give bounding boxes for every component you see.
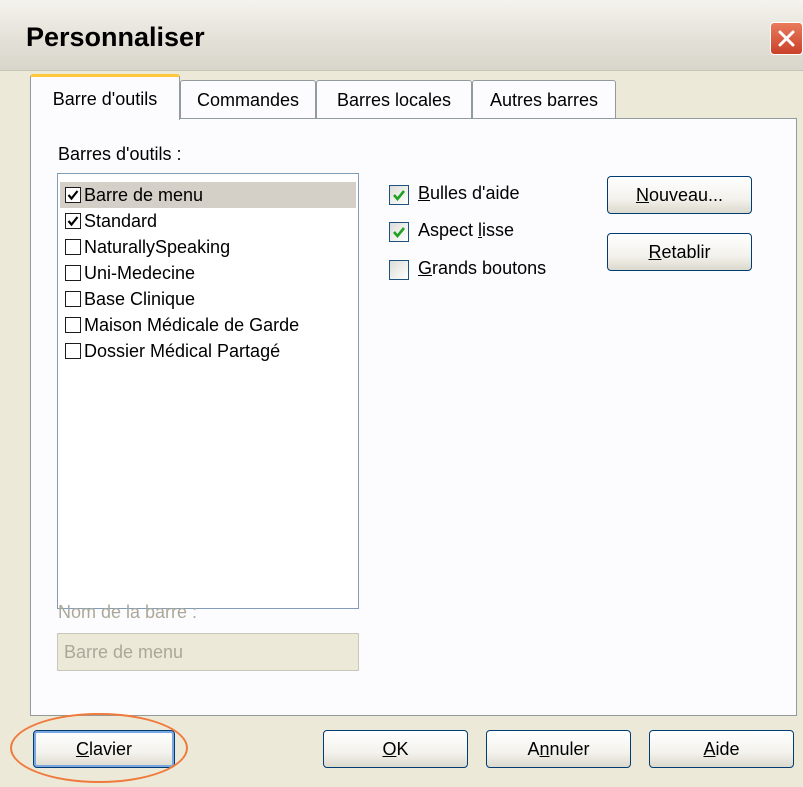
aspect-lisse-checkbox[interactable] bbox=[389, 222, 409, 242]
list-item[interactable]: NaturallySpeaking bbox=[60, 234, 356, 260]
list-item-label: Maison Médicale de Garde bbox=[84, 315, 300, 335]
checkbox[interactable] bbox=[65, 239, 81, 255]
retablir-button[interactable]: Retablir bbox=[607, 233, 752, 271]
list-item[interactable]: Standard bbox=[60, 208, 356, 234]
toolbars-label: Barres d'outils : bbox=[58, 144, 182, 164]
tab-label: Commandes bbox=[196, 90, 300, 110]
list-item[interactable]: Dossier Médical Partagé bbox=[60, 338, 356, 364]
window-title: Personnaliser bbox=[26, 22, 205, 52]
tab-barre-outils[interactable]: Barre d'outils bbox=[30, 74, 180, 120]
tab-label: Autres barres bbox=[489, 90, 599, 110]
grands-boutons-label[interactable]: Grands boutons bbox=[418, 258, 546, 279]
nouveau-button[interactable]: Nouveau... bbox=[607, 176, 752, 214]
list-item[interactable]: Maison Médicale de Garde bbox=[60, 312, 356, 338]
close-button[interactable] bbox=[770, 22, 803, 55]
tab-commandes[interactable]: Commandes bbox=[180, 80, 316, 118]
close-icon bbox=[778, 30, 795, 47]
list-item-label: NaturallySpeaking bbox=[84, 237, 231, 257]
checkbox[interactable] bbox=[65, 265, 81, 281]
toolbars-list[interactable]: Barre de menu Standard NaturallySpeaking… bbox=[57, 173, 359, 609]
checkbox[interactable] bbox=[65, 213, 81, 229]
checkbox[interactable] bbox=[65, 317, 81, 333]
list-item[interactable]: Uni-Medecine bbox=[60, 260, 356, 286]
tab-autres-barres[interactable]: Autres barres bbox=[472, 80, 616, 118]
bulles-aide-checkbox[interactable] bbox=[389, 185, 409, 205]
grands-boutons-checkbox[interactable] bbox=[389, 260, 409, 280]
checkbox[interactable] bbox=[65, 343, 81, 359]
list-item[interactable]: Base Clinique bbox=[60, 286, 356, 312]
title-bar[interactable]: Personnaliser bbox=[0, 0, 803, 71]
list-item-label: Base Clinique bbox=[84, 289, 196, 309]
annuler-button[interactable]: Annuler bbox=[486, 730, 631, 768]
checkbox[interactable] bbox=[65, 291, 81, 307]
list-item-label: Standard bbox=[84, 211, 158, 231]
checkmark-icon bbox=[393, 190, 406, 202]
tab-label: Barre d'outils bbox=[52, 89, 158, 109]
customize-dialog: Personnaliser Barre d'outils Commandes B… bbox=[0, 0, 803, 787]
bulles-aide-label[interactable]: Bulles d'aide bbox=[418, 183, 520, 204]
clavier-button[interactable]: Clavier bbox=[33, 730, 175, 768]
tab-barres-locales[interactable]: Barres locales bbox=[316, 80, 472, 118]
list-item-label: Barre de menu bbox=[84, 185, 204, 205]
aide-button[interactable]: Aide bbox=[649, 730, 794, 768]
aspect-lisse-label[interactable]: Aspect lisse bbox=[418, 220, 514, 241]
checkmark-icon bbox=[393, 227, 406, 239]
list-item[interactable]: Barre de menu bbox=[60, 182, 356, 208]
tab-label: Barres locales bbox=[336, 90, 452, 110]
list-item-label: Dossier Médical Partagé bbox=[84, 341, 281, 361]
checkmark-icon bbox=[67, 190, 79, 201]
list-item-label: Uni-Medecine bbox=[84, 263, 196, 283]
ok-button[interactable]: OK bbox=[323, 730, 468, 768]
bar-name-field[interactable]: Barre de menu bbox=[57, 633, 359, 671]
checkbox[interactable] bbox=[65, 187, 81, 203]
checkmark-icon bbox=[67, 216, 79, 227]
bar-name-label: Nom de la barre : bbox=[58, 602, 198, 622]
